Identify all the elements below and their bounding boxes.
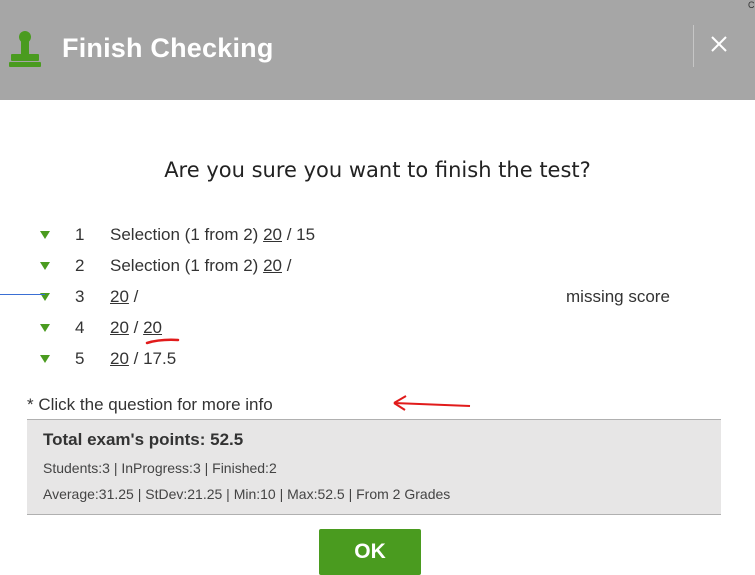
expand-arrow-icon — [40, 324, 50, 332]
question-body: 20 / 20 — [110, 318, 162, 338]
corner-mark: C — [748, 0, 755, 10]
close-icon[interactable] — [706, 31, 732, 57]
grade-stats: Average:31.25 | StDev:21.25 | Min:10 | M… — [43, 486, 451, 502]
missing-score-note: missing score — [566, 287, 670, 306]
question-label: Selection (1 from 2) — [110, 225, 259, 244]
annotation-red-underline — [145, 338, 180, 345]
dialog-title: Finish Checking — [62, 33, 274, 63]
question-score[interactable]: 20 — [110, 287, 129, 306]
expand-arrow-icon — [40, 355, 50, 363]
question-score[interactable]: 20 — [263, 225, 282, 244]
annotation-blue-line — [0, 294, 45, 295]
question-score[interactable]: 20 — [110, 349, 129, 368]
dialog-header: Finish Checking C — [0, 0, 755, 100]
question-value: 20 — [143, 318, 163, 337]
question-body: 20 / — [110, 287, 138, 307]
question-label: Selection (1 from 2) — [110, 256, 259, 275]
question-body: Selection (1 from 2) 20 / 15 — [110, 225, 315, 245]
score-separator: / — [128, 287, 139, 306]
question-number: 4 — [75, 318, 85, 337]
question-value: 17.5 — [143, 349, 177, 368]
student-stats: Students:3 | InProgress:3 | Finished:2 — [43, 460, 277, 476]
question-number: 1 — [75, 225, 85, 244]
score-separator: / — [282, 256, 292, 275]
ok-button[interactable]: OK — [319, 529, 421, 575]
annotation-red-arrow — [393, 395, 471, 411]
question-body: Selection (1 from 2) 20 / — [110, 256, 291, 276]
question-value: 15 — [296, 225, 316, 244]
question-number: 2 — [75, 256, 85, 275]
score-separator: / — [282, 225, 297, 244]
confirm-question: Are you sure you want to finish the test… — [164, 158, 591, 182]
question-score[interactable]: 20 — [263, 256, 282, 275]
summary-panel: Total exam's points: 52.5 Students:3 | I… — [27, 419, 721, 515]
question-number: 3 — [75, 287, 85, 306]
stamp-icon — [9, 31, 41, 67]
score-separator: / — [128, 349, 144, 368]
expand-arrow-icon — [40, 262, 50, 270]
score-separator: / — [128, 318, 144, 337]
question-body: 20 / 17.5 — [110, 349, 176, 369]
hint-text: * Click the question for more info — [27, 395, 273, 414]
total-points: Total exam's points: 52.5 — [43, 430, 244, 449]
expand-arrow-icon — [40, 231, 50, 239]
question-number: 5 — [75, 349, 85, 368]
header-divider — [693, 25, 694, 67]
question-score[interactable]: 20 — [110, 318, 129, 337]
